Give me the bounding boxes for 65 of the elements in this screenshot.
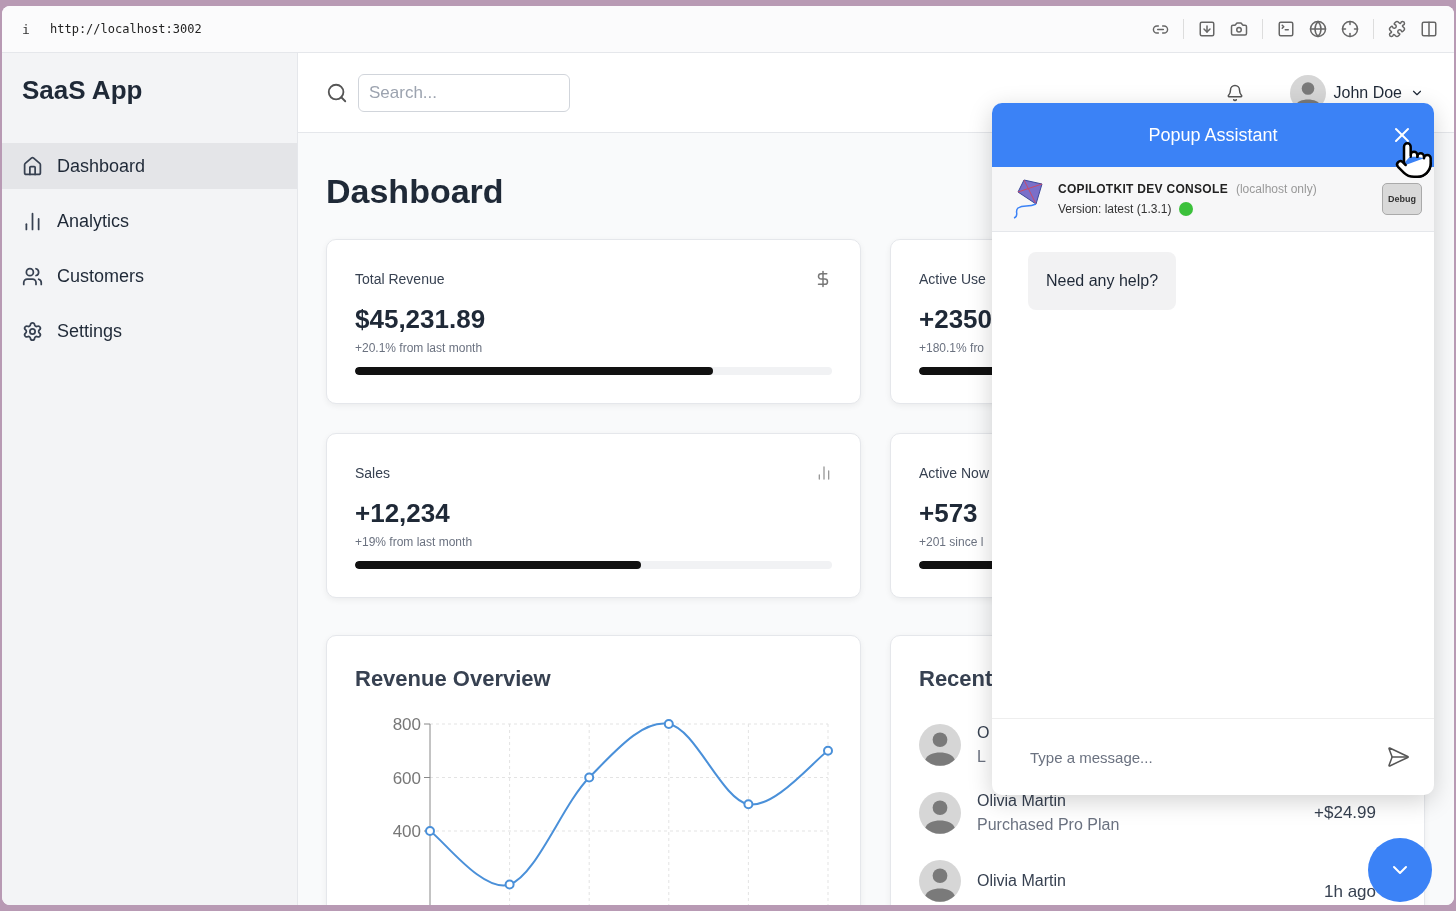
- console-name: COPILOTKIT DEV CONSOLE: [1058, 182, 1228, 196]
- customer-detail: Purchased Pro Plan: [977, 816, 1120, 834]
- console-scope: (localhost only): [1235, 182, 1317, 196]
- send-icon: [1386, 745, 1410, 769]
- sidebar-icon[interactable]: [1420, 20, 1438, 38]
- camera-icon[interactable]: [1230, 20, 1248, 38]
- download-icon[interactable]: [1198, 20, 1216, 38]
- crosshair-icon[interactable]: [1341, 20, 1359, 38]
- stat-note: +20.1% from last month: [355, 341, 484, 355]
- terminal-icon[interactable]: [1277, 20, 1295, 38]
- customer-name: O: [977, 724, 990, 742]
- customer-name: Olivia Martin: [977, 792, 1066, 810]
- sale-amount: +$24.99: [1314, 803, 1376, 823]
- nav-item[interactable]: Settings: [2, 308, 297, 354]
- data-point: [504, 879, 515, 890]
- popup-title: Popup Assistant: [1148, 124, 1278, 146]
- stat-label: Total Revenue: [355, 271, 445, 287]
- data-point: [743, 799, 754, 810]
- stat-value: +573: [919, 498, 979, 529]
- card-title: Recent: [919, 666, 994, 692]
- house-icon: [22, 155, 43, 177]
- status-dot: [1179, 202, 1194, 216]
- bar-chart-icon: [816, 465, 832, 481]
- data-point: [584, 772, 595, 783]
- debug-button[interactable]: Debug: [1382, 183, 1422, 215]
- stat-value: +2350: [919, 304, 994, 335]
- settings-icon: [22, 320, 43, 342]
- globe-icon[interactable]: [1309, 20, 1327, 38]
- stat-note: +180.1% fro: [919, 341, 986, 355]
- nav-item[interactable]: Dashboard: [2, 143, 297, 189]
- customer-avatar: [919, 792, 961, 834]
- data-point: [663, 719, 674, 729]
- stat-value: +12,234: [355, 498, 451, 529]
- send-button[interactable]: [1386, 745, 1410, 769]
- page-title: Dashboard: [326, 171, 504, 211]
- console-version: Version: latest (1.3.1): [1058, 202, 1172, 216]
- stat-label: Sales: [355, 465, 391, 481]
- app-title: SaaS App: [21, 74, 144, 107]
- card-title: Revenue Overview: [355, 666, 552, 692]
- stat-value: $45,231.89: [355, 304, 487, 335]
- search-field[interactable]: Search...: [358, 73, 570, 112]
- notification-icon[interactable]: [1225, 83, 1244, 102]
- axis-label: 400: [392, 822, 421, 841]
- stat-label: Active Now: [919, 465, 990, 481]
- customer-detail: L: [977, 748, 986, 766]
- search-icon: [326, 81, 348, 104]
- chat-message: Need any help?: [1028, 252, 1177, 310]
- users-icon: [22, 265, 43, 287]
- nav-item[interactable]: Customers: [2, 253, 297, 299]
- time-ago: 1h ago: [1324, 882, 1376, 902]
- info-icon[interactable]: i: [22, 21, 36, 37]
- extension-icon[interactable]: [1388, 20, 1406, 38]
- message-input[interactable]: Type a message...: [1028, 747, 1376, 767]
- axis-label: 800: [392, 715, 421, 734]
- customer-name: Olivia Martin: [977, 872, 1066, 890]
- customer-avatar: [919, 860, 961, 902]
- nav-item[interactable]: Analytics: [2, 198, 297, 244]
- customer-avatar: [919, 724, 961, 766]
- address-bar[interactable]: http://localhost:3002: [50, 22, 1138, 36]
- data-point: [425, 826, 435, 836]
- stat-note: +19% from last month: [355, 535, 474, 549]
- axis-label: 600: [392, 768, 421, 788]
- data-point: [823, 745, 833, 756]
- stat-note: +201 since l: [919, 535, 985, 549]
- stat-label: Active Use: [919, 271, 986, 287]
